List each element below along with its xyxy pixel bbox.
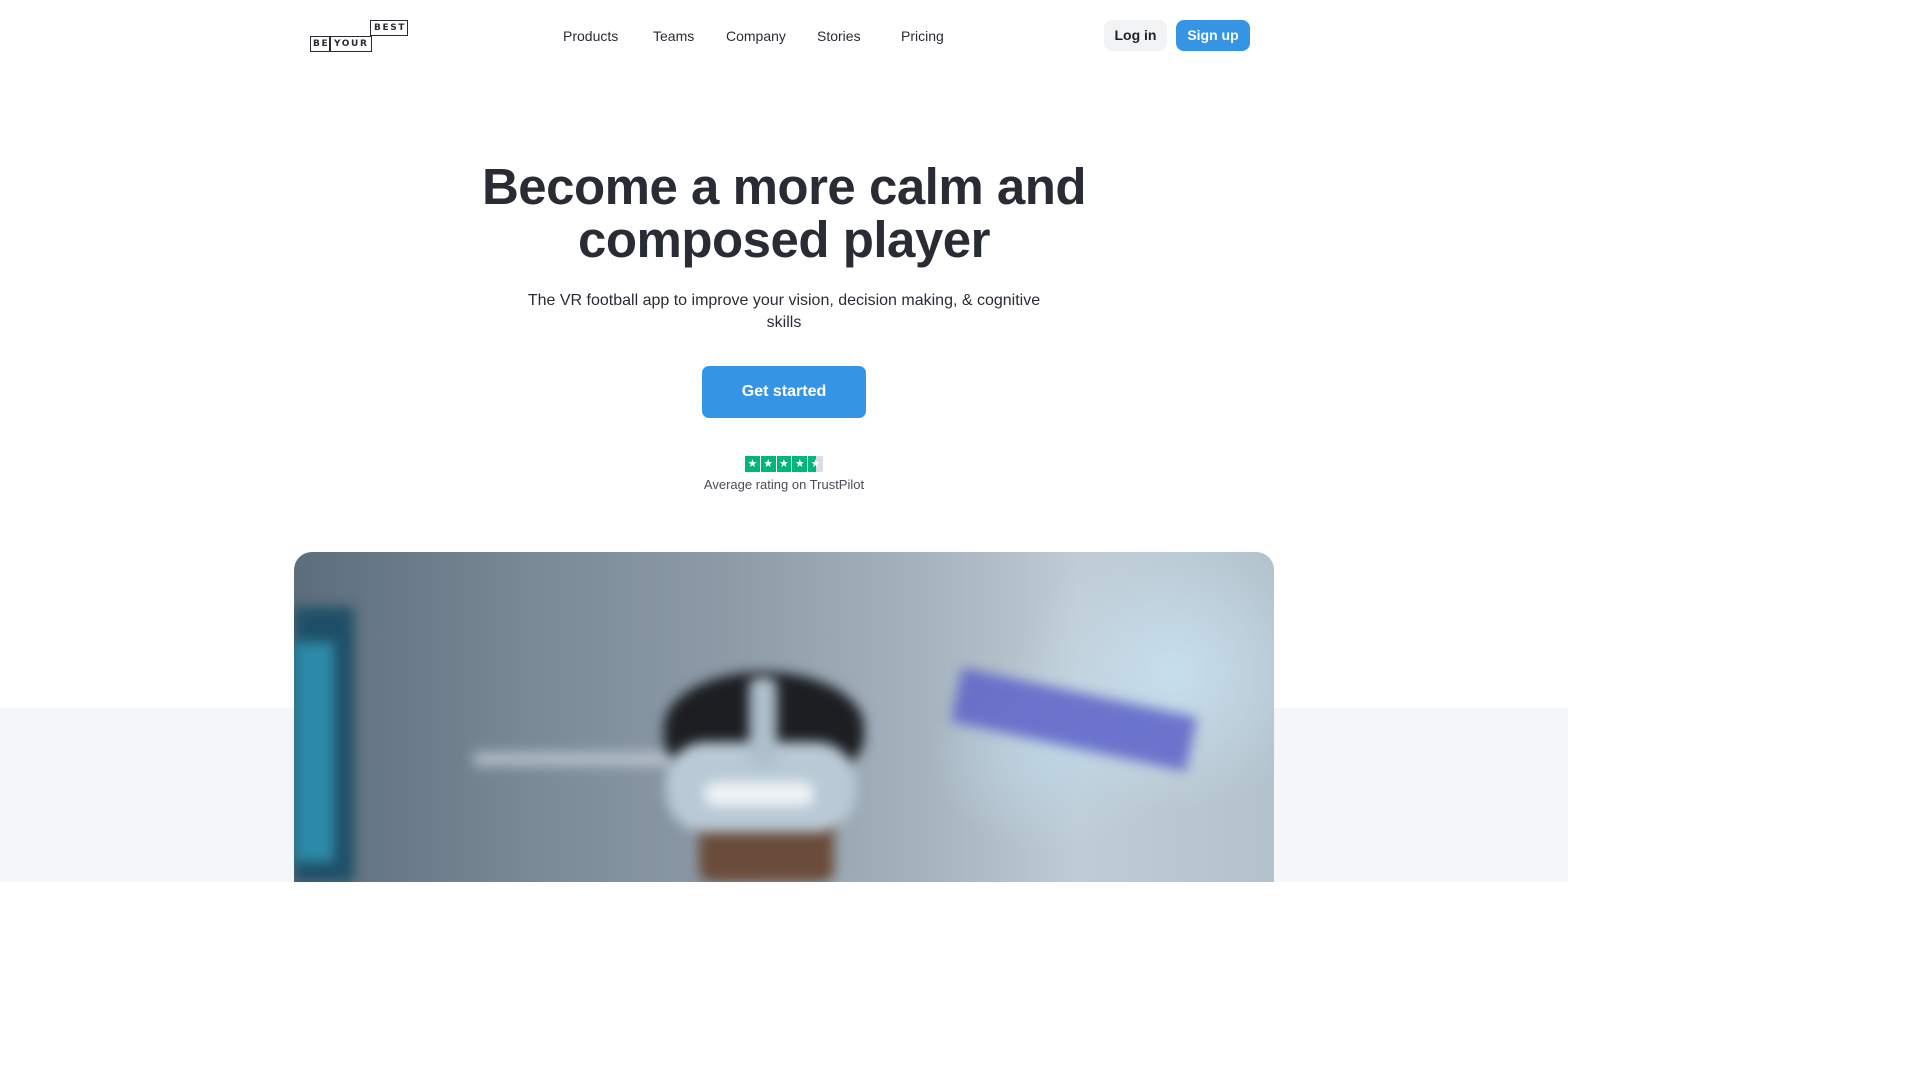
star-half-icon: ★ (808, 456, 823, 472)
nav-item-stories[interactable]: Stories (817, 26, 861, 46)
nav-item-teams[interactable]: Teams (653, 26, 694, 46)
logo-divider (329, 36, 331, 52)
star-icon: ★ (745, 456, 760, 472)
logo-word-best: BEST (374, 23, 407, 33)
hero-subtitle: The VR football app to improve your visi… (527, 292, 1041, 331)
nav-item-products[interactable]: Products (563, 26, 618, 46)
landing-page: BEST BE YOUR Products Teams Company Stor… (0, 0, 1568, 882)
trustpilot-stars: ★ ★ ★ ★ ★ (745, 456, 823, 472)
star-icon: ★ (760, 456, 776, 472)
star-icon: ★ (792, 456, 808, 472)
image-blur-shape (294, 642, 334, 862)
get-started-button[interactable]: Get started (702, 366, 866, 418)
signup-button[interactable]: Sign up (1176, 20, 1250, 51)
hero-headline: Become a more calm and composed player (384, 160, 1184, 266)
login-button[interactable]: Log in (1104, 20, 1167, 51)
nav-item-pricing[interactable]: Pricing (901, 26, 944, 46)
vr-headset-lens-glow (704, 782, 814, 806)
vr-headset-strap (749, 677, 777, 767)
nav-item-company[interactable]: Company (726, 26, 786, 46)
logo-word-be: BE (313, 39, 330, 49)
hero-headline-line1: Become a more calm and (481, 158, 1087, 215)
image-blur-shape (950, 667, 1198, 772)
rating-label: Average rating on TrustPilot (703, 477, 865, 492)
logo-word-your: YOUR (334, 39, 369, 49)
hero-headline-line2: composed player (578, 211, 990, 268)
hero-video-vr-player[interactable] (294, 552, 1274, 882)
star-icon: ★ (776, 456, 792, 472)
brand-logo[interactable]: BEST BE YOUR (310, 20, 410, 52)
